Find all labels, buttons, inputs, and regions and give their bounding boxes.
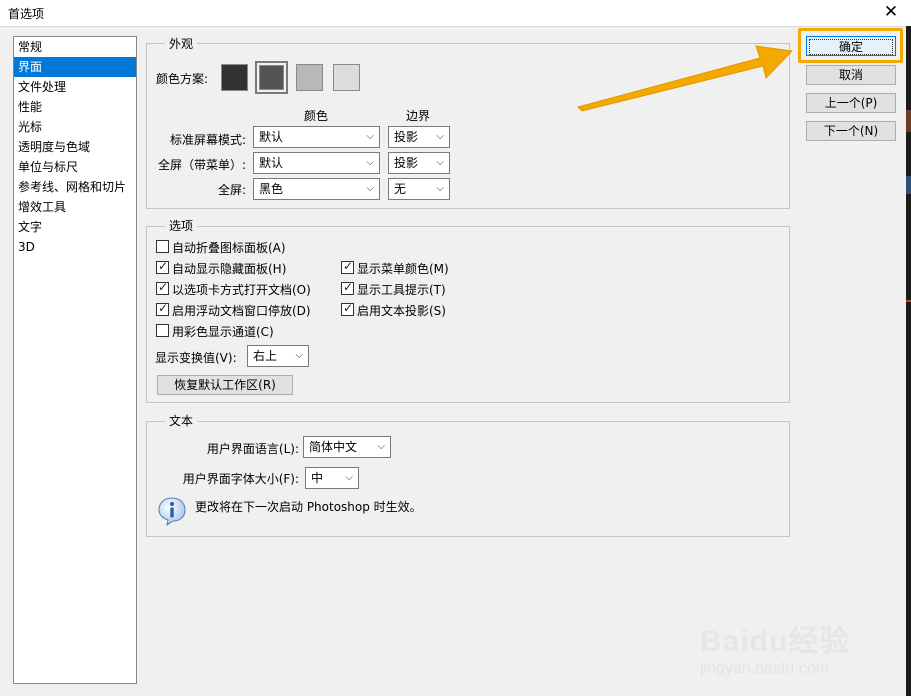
category-list[interactable]: 常规 界面 文件处理 性能 光标 透明度与色域 单位与标尺 参考线、网格和切片 增效工具 文字 3D xyxy=(13,36,137,684)
fullscreen-border-select[interactable]: 无 ⌵ xyxy=(388,178,450,200)
options-title: 选项 xyxy=(165,217,198,234)
transform-values-label: 显示变换值(V): xyxy=(155,351,237,365)
standard-screen-border-select[interactable]: 投影 ⌵ xyxy=(388,126,450,148)
border-column-header: 边界 xyxy=(406,109,431,123)
ui-language-label: 用户界面语言(L): xyxy=(206,442,299,456)
color-scheme-swatch-3[interactable] xyxy=(296,64,323,91)
auto-collapse-icon-panels-checkbox[interactable] xyxy=(156,240,169,253)
chevron-down-icon: ⌵ xyxy=(436,131,444,142)
color-scheme-swatch-4[interactable] xyxy=(333,64,360,91)
standard-screen-label: 标准屏幕模式: xyxy=(169,133,246,147)
color-scheme-swatch-1[interactable] xyxy=(221,64,248,91)
chevron-down-icon: ⌵ xyxy=(345,472,353,483)
info-icon xyxy=(158,497,186,526)
auto-show-hidden-panels-label[interactable]: 自动显示隐藏面板(H) xyxy=(172,260,286,277)
show-channels-in-color-checkbox[interactable] xyxy=(156,324,169,337)
text-title: 文本 xyxy=(165,412,198,429)
show-tool-tips-checkbox[interactable]: ✓ xyxy=(341,280,354,295)
previous-button[interactable]: 上一个(P) xyxy=(806,93,896,113)
fullscreen-menu-border-select[interactable]: 投影 ⌵ xyxy=(388,152,450,174)
appearance-title: 外观 xyxy=(165,35,198,52)
checkmark-icon: ✓ xyxy=(158,259,169,273)
ui-language-select[interactable]: 简体中文 ⌵ xyxy=(303,436,391,458)
checkmark-icon: ✓ xyxy=(158,301,169,315)
show-menu-colors-label[interactable]: 显示菜单颜色(M) xyxy=(357,260,449,277)
chevron-down-icon: ⌵ xyxy=(436,157,444,168)
enable-text-drop-shadows-label[interactable]: 启用文本投影(S) xyxy=(357,302,446,319)
chevron-down-icon: ⌵ xyxy=(366,183,374,194)
chevron-down-icon: ⌵ xyxy=(295,350,303,361)
enable-floating-doc-docking-label[interactable]: 启用浮动文档窗口停放(D) xyxy=(172,302,311,319)
checkmark-icon: ✓ xyxy=(343,301,354,315)
open-documents-as-tabs-checkbox[interactable]: ✓ xyxy=(156,280,169,295)
close-icon[interactable]: ✕ xyxy=(879,1,903,25)
open-documents-as-tabs-label[interactable]: 以选项卡方式打开文档(O) xyxy=(172,281,311,298)
next-button[interactable]: 下一个(N) xyxy=(806,121,896,141)
sidebar-item[interactable]: 参考线、网格和切片 xyxy=(14,177,136,197)
chevron-down-icon: ⌵ xyxy=(366,157,374,168)
fullscreen-menu-color-select[interactable]: 默认 ⌵ xyxy=(253,152,380,174)
show-tool-tips-label[interactable]: 显示工具提示(T) xyxy=(357,281,446,298)
checkmark-icon: ✓ xyxy=(158,280,169,294)
sidebar-item[interactable]: 3D xyxy=(14,237,136,257)
show-channels-in-color-label[interactable]: 用彩色显示通道(C) xyxy=(172,323,274,340)
sidebar-item[interactable]: 文件处理 xyxy=(14,77,136,97)
fullscreen-color-select[interactable]: 黑色 ⌵ xyxy=(253,178,380,200)
sidebar-item[interactable]: 增效工具 xyxy=(14,197,136,217)
fullscreen-label: 全屏: xyxy=(217,183,246,197)
chevron-down-icon: ⌵ xyxy=(436,183,444,194)
auto-show-hidden-panels-checkbox[interactable]: ✓ xyxy=(156,259,169,274)
background-window-edge xyxy=(906,26,911,696)
enable-floating-doc-docking-checkbox[interactable]: ✓ xyxy=(156,301,169,316)
sidebar-item[interactable]: 文字 xyxy=(14,217,136,237)
sidebar-item[interactable]: 界面 xyxy=(14,57,136,77)
checkmark-icon: ✓ xyxy=(343,259,354,273)
annotation-arrow xyxy=(577,45,794,112)
chevron-down-icon: ⌵ xyxy=(366,131,374,142)
sidebar-item[interactable]: 单位与标尺 xyxy=(14,157,136,177)
sidebar-item[interactable]: 常规 xyxy=(14,37,136,57)
color-scheme-label: 颜色方案: xyxy=(156,72,209,86)
standard-screen-color-select[interactable]: 默认 ⌵ xyxy=(253,126,380,148)
sidebar-item[interactable]: 透明度与色域 xyxy=(14,137,136,157)
restore-workspace-button[interactable]: 恢复默认工作区(R) xyxy=(157,375,293,395)
transform-values-select[interactable]: 右上 ⌵ xyxy=(247,345,309,367)
ui-font-size-label: 用户界面字体大小(F): xyxy=(182,472,299,486)
fullscreen-menu-label: 全屏（带菜单）: xyxy=(157,158,246,172)
color-scheme-swatch-2[interactable] xyxy=(255,61,288,94)
sidebar-item[interactable]: 光标 xyxy=(14,117,136,137)
show-menu-colors-checkbox[interactable]: ✓ xyxy=(341,259,354,274)
chevron-down-icon: ⌵ xyxy=(377,441,385,452)
ok-button[interactable]: 确定 xyxy=(806,36,896,56)
window-title: 首选项 xyxy=(8,7,45,21)
checkmark-icon: ✓ xyxy=(343,280,354,294)
auto-collapse-icon-panels-label[interactable]: 自动折叠图标面板(A) xyxy=(172,239,286,256)
watermark-url: jingyan.baidu.com xyxy=(700,660,829,677)
color-column-header: 颜色 xyxy=(304,109,329,123)
enable-text-drop-shadows-checkbox[interactable]: ✓ xyxy=(341,301,354,316)
ui-font-size-select[interactable]: 中 ⌵ xyxy=(305,467,359,489)
sidebar-item[interactable]: 性能 xyxy=(14,97,136,117)
cancel-button[interactable]: 取消 xyxy=(806,65,896,85)
title-bar: 首选项 ✕ xyxy=(0,0,911,27)
watermark-logo: Baidu经验 xyxy=(700,625,851,658)
restart-info-text: 更改将在下一次启动 Photoshop 时生效。 xyxy=(195,500,422,514)
